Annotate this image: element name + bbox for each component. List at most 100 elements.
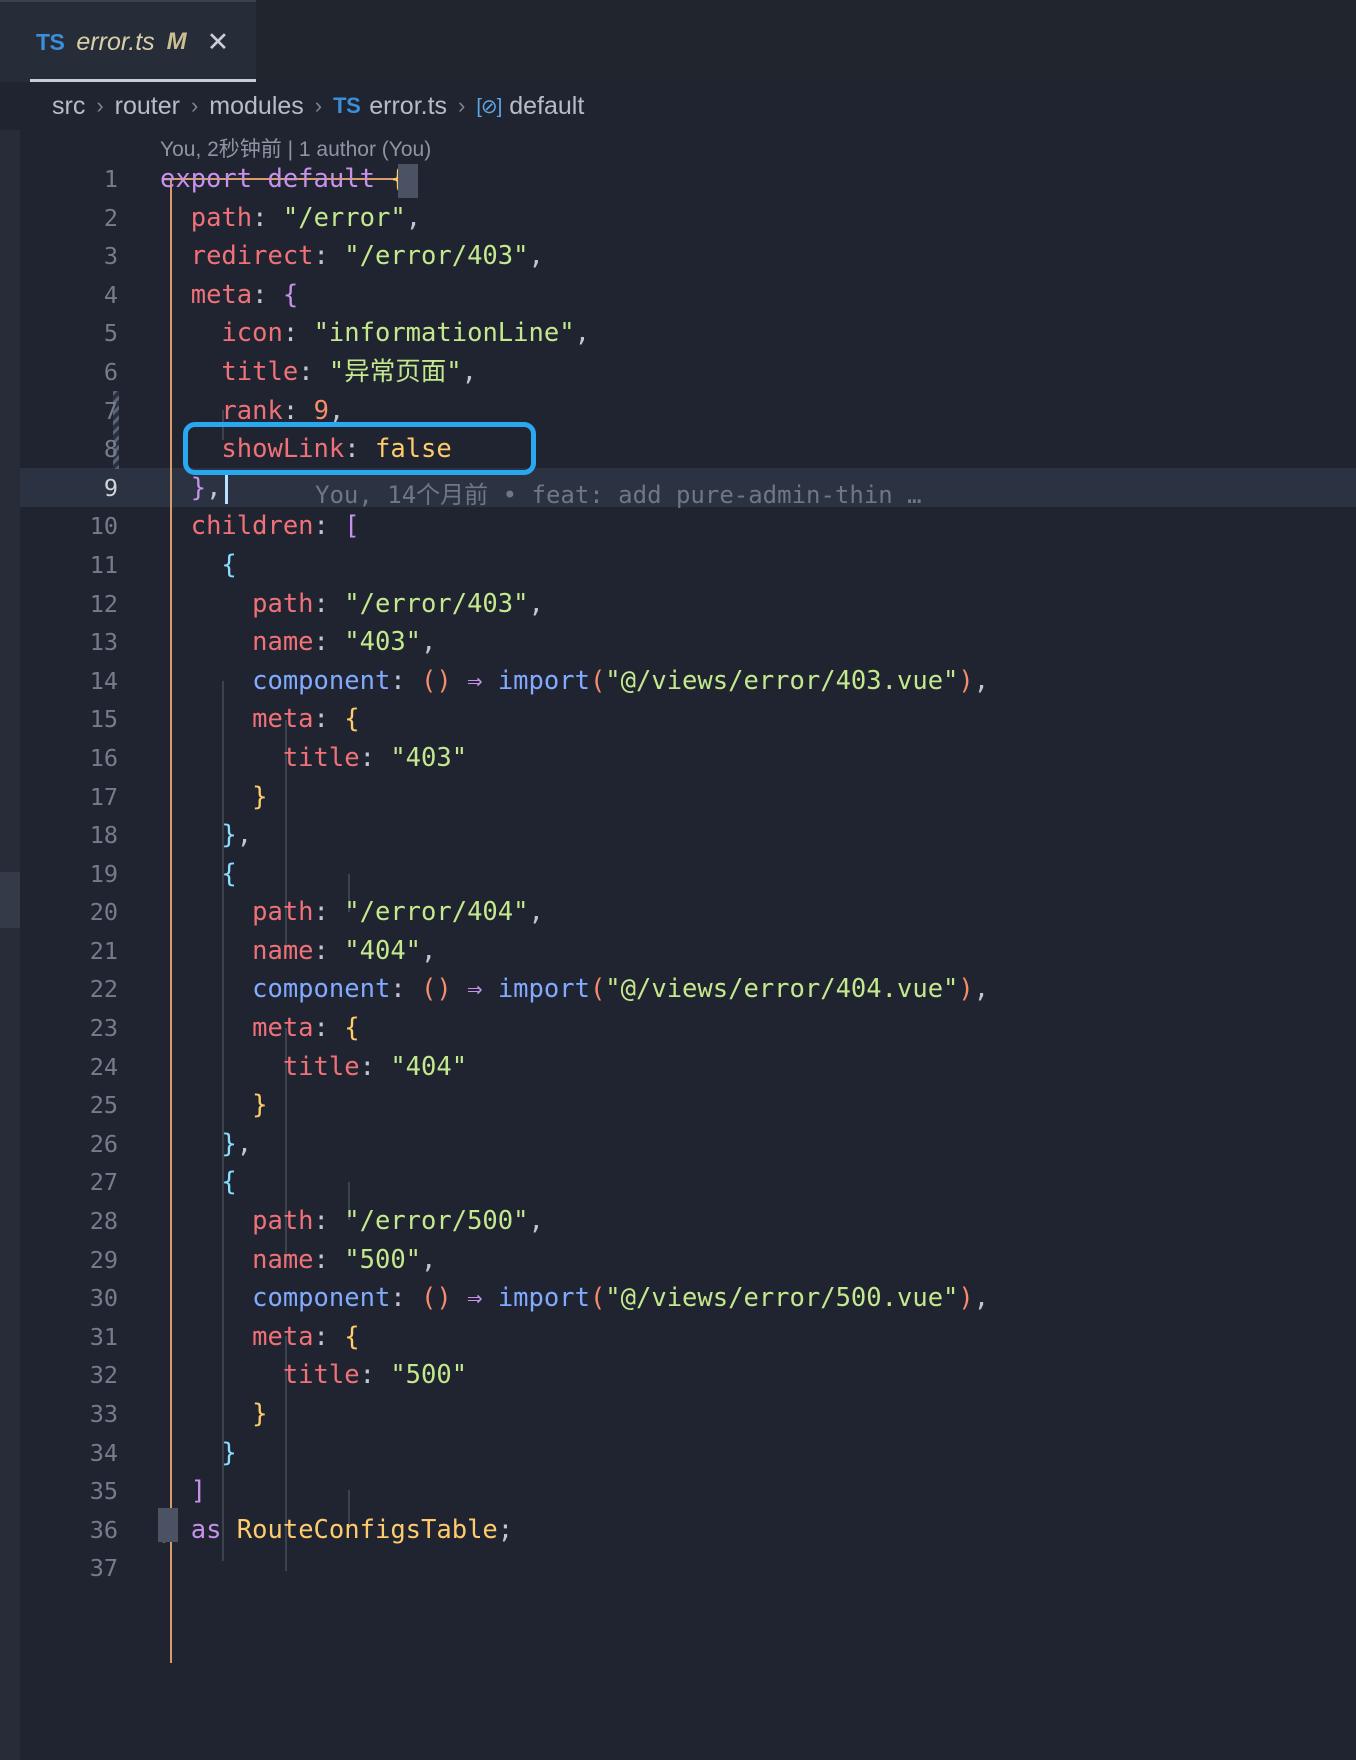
breadcrumb-item-router[interactable]: router bbox=[115, 92, 180, 121]
code-token: component bbox=[252, 1283, 391, 1314]
code-line-text: } bbox=[160, 1434, 236, 1473]
code-line[interactable]: 34 } bbox=[0, 1434, 1356, 1473]
code-line[interactable]: 11 { bbox=[0, 546, 1356, 585]
code-token: : bbox=[313, 588, 345, 619]
code-token: , bbox=[236, 1128, 253, 1159]
code-line-text: } as RouteConfigsTable; bbox=[160, 1511, 513, 1550]
line-number: 6 bbox=[103, 357, 118, 386]
code-line[interactable]: 26 }, bbox=[0, 1125, 1356, 1164]
code-token: icon bbox=[221, 318, 283, 349]
code-line[interactable]: 37 bbox=[0, 1549, 1356, 1588]
git-blame-heading: You, 2秒钟前 | 1 author (You) bbox=[160, 138, 432, 161]
code-line-text: title: "403" bbox=[160, 739, 467, 778]
breadcrumb-item-modules[interactable]: modules bbox=[209, 92, 304, 121]
close-icon[interactable]: ✕ bbox=[207, 28, 230, 56]
code-token: : bbox=[313, 241, 345, 272]
code-token: : bbox=[313, 935, 345, 966]
code-token: "/error/403" bbox=[344, 588, 529, 619]
line-number: 19 bbox=[89, 859, 118, 888]
code-line[interactable]: 12 path: "/error/403", bbox=[0, 585, 1356, 624]
code-line[interactable]: 10 children: [ bbox=[0, 507, 1356, 546]
code-token: { bbox=[282, 279, 299, 310]
code-line-text: }, bbox=[160, 816, 252, 855]
line-number: 10 bbox=[89, 512, 118, 541]
code-token: "/error" bbox=[282, 202, 406, 233]
code-line[interactable]: 20 path: "/error/404", bbox=[0, 893, 1356, 932]
code-line[interactable]: 3 redirect: "/error/403", bbox=[0, 237, 1356, 276]
code-token: "404" bbox=[344, 935, 422, 966]
breadcrumb-item-src[interactable]: src bbox=[52, 92, 85, 121]
text-cursor bbox=[225, 472, 228, 504]
code-line[interactable]: 2 path: "/error", bbox=[0, 199, 1356, 238]
code-line[interactable]: 22 component: () ⇒ import("@/views/error… bbox=[0, 970, 1356, 1009]
code-token: component bbox=[252, 974, 391, 1005]
code-token: false bbox=[374, 434, 452, 465]
code-line[interactable]: 6 title: "异常页面", bbox=[0, 353, 1356, 392]
code-line[interactable]: 13 name: "403", bbox=[0, 623, 1356, 662]
code-line[interactable]: 33 } bbox=[0, 1395, 1356, 1434]
code-token: : bbox=[359, 1360, 391, 1391]
breadcrumb-item-file[interactable]: error.ts bbox=[369, 92, 447, 121]
tab-title: error.ts bbox=[76, 27, 155, 56]
code-editor[interactable]: You, 2秒钟前 | 1 author (You) 1 export defau… bbox=[0, 130, 1356, 1760]
code-token: ( bbox=[589, 665, 606, 696]
code-line[interactable]: 36 } as RouteConfigsTable; bbox=[0, 1511, 1356, 1550]
code-line[interactable]: 28 path: "/error/500", bbox=[0, 1202, 1356, 1241]
line-number: 36 bbox=[89, 1515, 118, 1544]
code-line[interactable]: 27 { bbox=[0, 1163, 1356, 1202]
code-token: : bbox=[313, 704, 345, 735]
code-line[interactable]: 1 export default { bbox=[0, 160, 1356, 199]
code-token: 9 bbox=[313, 395, 329, 426]
code-token: : bbox=[344, 434, 375, 465]
code-line[interactable]: 5 icon: "informationLine", bbox=[0, 314, 1356, 353]
code-line[interactable]: 14 component: () ⇒ import("@/views/error… bbox=[0, 662, 1356, 701]
code-line[interactable]: 23 meta: { bbox=[0, 1009, 1356, 1048]
code-token: } bbox=[252, 781, 268, 812]
code-token: : bbox=[313, 1013, 345, 1044]
code-line[interactable]: 30 component: () ⇒ import("@/views/error… bbox=[0, 1279, 1356, 1318]
code-token: export default bbox=[160, 164, 391, 194]
code-line[interactable]: 17 } bbox=[0, 778, 1356, 817]
code-line[interactable]: 35 ] bbox=[0, 1472, 1356, 1511]
line-number: 5 bbox=[103, 319, 118, 348]
code-line[interactable]: 32 title: "500" bbox=[0, 1356, 1356, 1395]
tab-error-ts[interactable]: TS error.ts M ✕ bbox=[0, 0, 256, 82]
code-token: , bbox=[973, 665, 990, 696]
code-line[interactable]: 19 { bbox=[0, 855, 1356, 894]
code-line[interactable]: 29 name: "500", bbox=[0, 1241, 1356, 1280]
code-token: { bbox=[221, 549, 237, 580]
line-number: 9 bbox=[103, 473, 118, 502]
code-token: ⇒ bbox=[467, 974, 483, 1005]
code-token: () bbox=[421, 1283, 452, 1314]
code-token: : bbox=[390, 974, 422, 1005]
code-token: : bbox=[298, 356, 329, 387]
code-line[interactable]: 31 meta: { bbox=[0, 1318, 1356, 1357]
breadcrumb-item-symbol[interactable]: default bbox=[509, 92, 584, 121]
line-number: 3 bbox=[103, 242, 118, 271]
code-line[interactable]: 24 title: "404" bbox=[0, 1048, 1356, 1087]
code-line[interactable]: 21 name: "404", bbox=[0, 932, 1356, 971]
code-line[interactable]: 7 rank: 9, bbox=[0, 392, 1356, 431]
code-line[interactable]: 4 meta: { bbox=[0, 276, 1356, 315]
code-line[interactable]: 8 showLink: false bbox=[0, 430, 1356, 469]
code-token: } bbox=[221, 820, 237, 851]
code-token: path bbox=[190, 202, 253, 233]
code-token: ⇒ bbox=[467, 665, 483, 696]
chevron-right-icon: › bbox=[458, 93, 466, 118]
code-line[interactable]: 18 }, bbox=[0, 816, 1356, 855]
code-line-text: ] bbox=[160, 1472, 206, 1511]
code-token: , bbox=[528, 241, 544, 272]
code-token: "403" bbox=[390, 742, 468, 773]
code-token: "@/views/error/500.vue" bbox=[605, 1283, 959, 1314]
code-line[interactable]: 25 } bbox=[0, 1086, 1356, 1125]
line-number: 28 bbox=[89, 1207, 118, 1236]
code-line[interactable]: 15 meta: { bbox=[0, 700, 1356, 739]
code-line[interactable]: 16 title: "403" bbox=[0, 739, 1356, 778]
code-token: "/error/500" bbox=[344, 1206, 529, 1237]
line-number: 7 bbox=[103, 396, 118, 425]
code-token: , bbox=[206, 472, 222, 503]
code-content[interactable]: 1 export default {2 path: "/error",3 redi… bbox=[0, 160, 1356, 1588]
code-token: : bbox=[313, 1206, 345, 1237]
line-number: 1 bbox=[103, 165, 118, 193]
